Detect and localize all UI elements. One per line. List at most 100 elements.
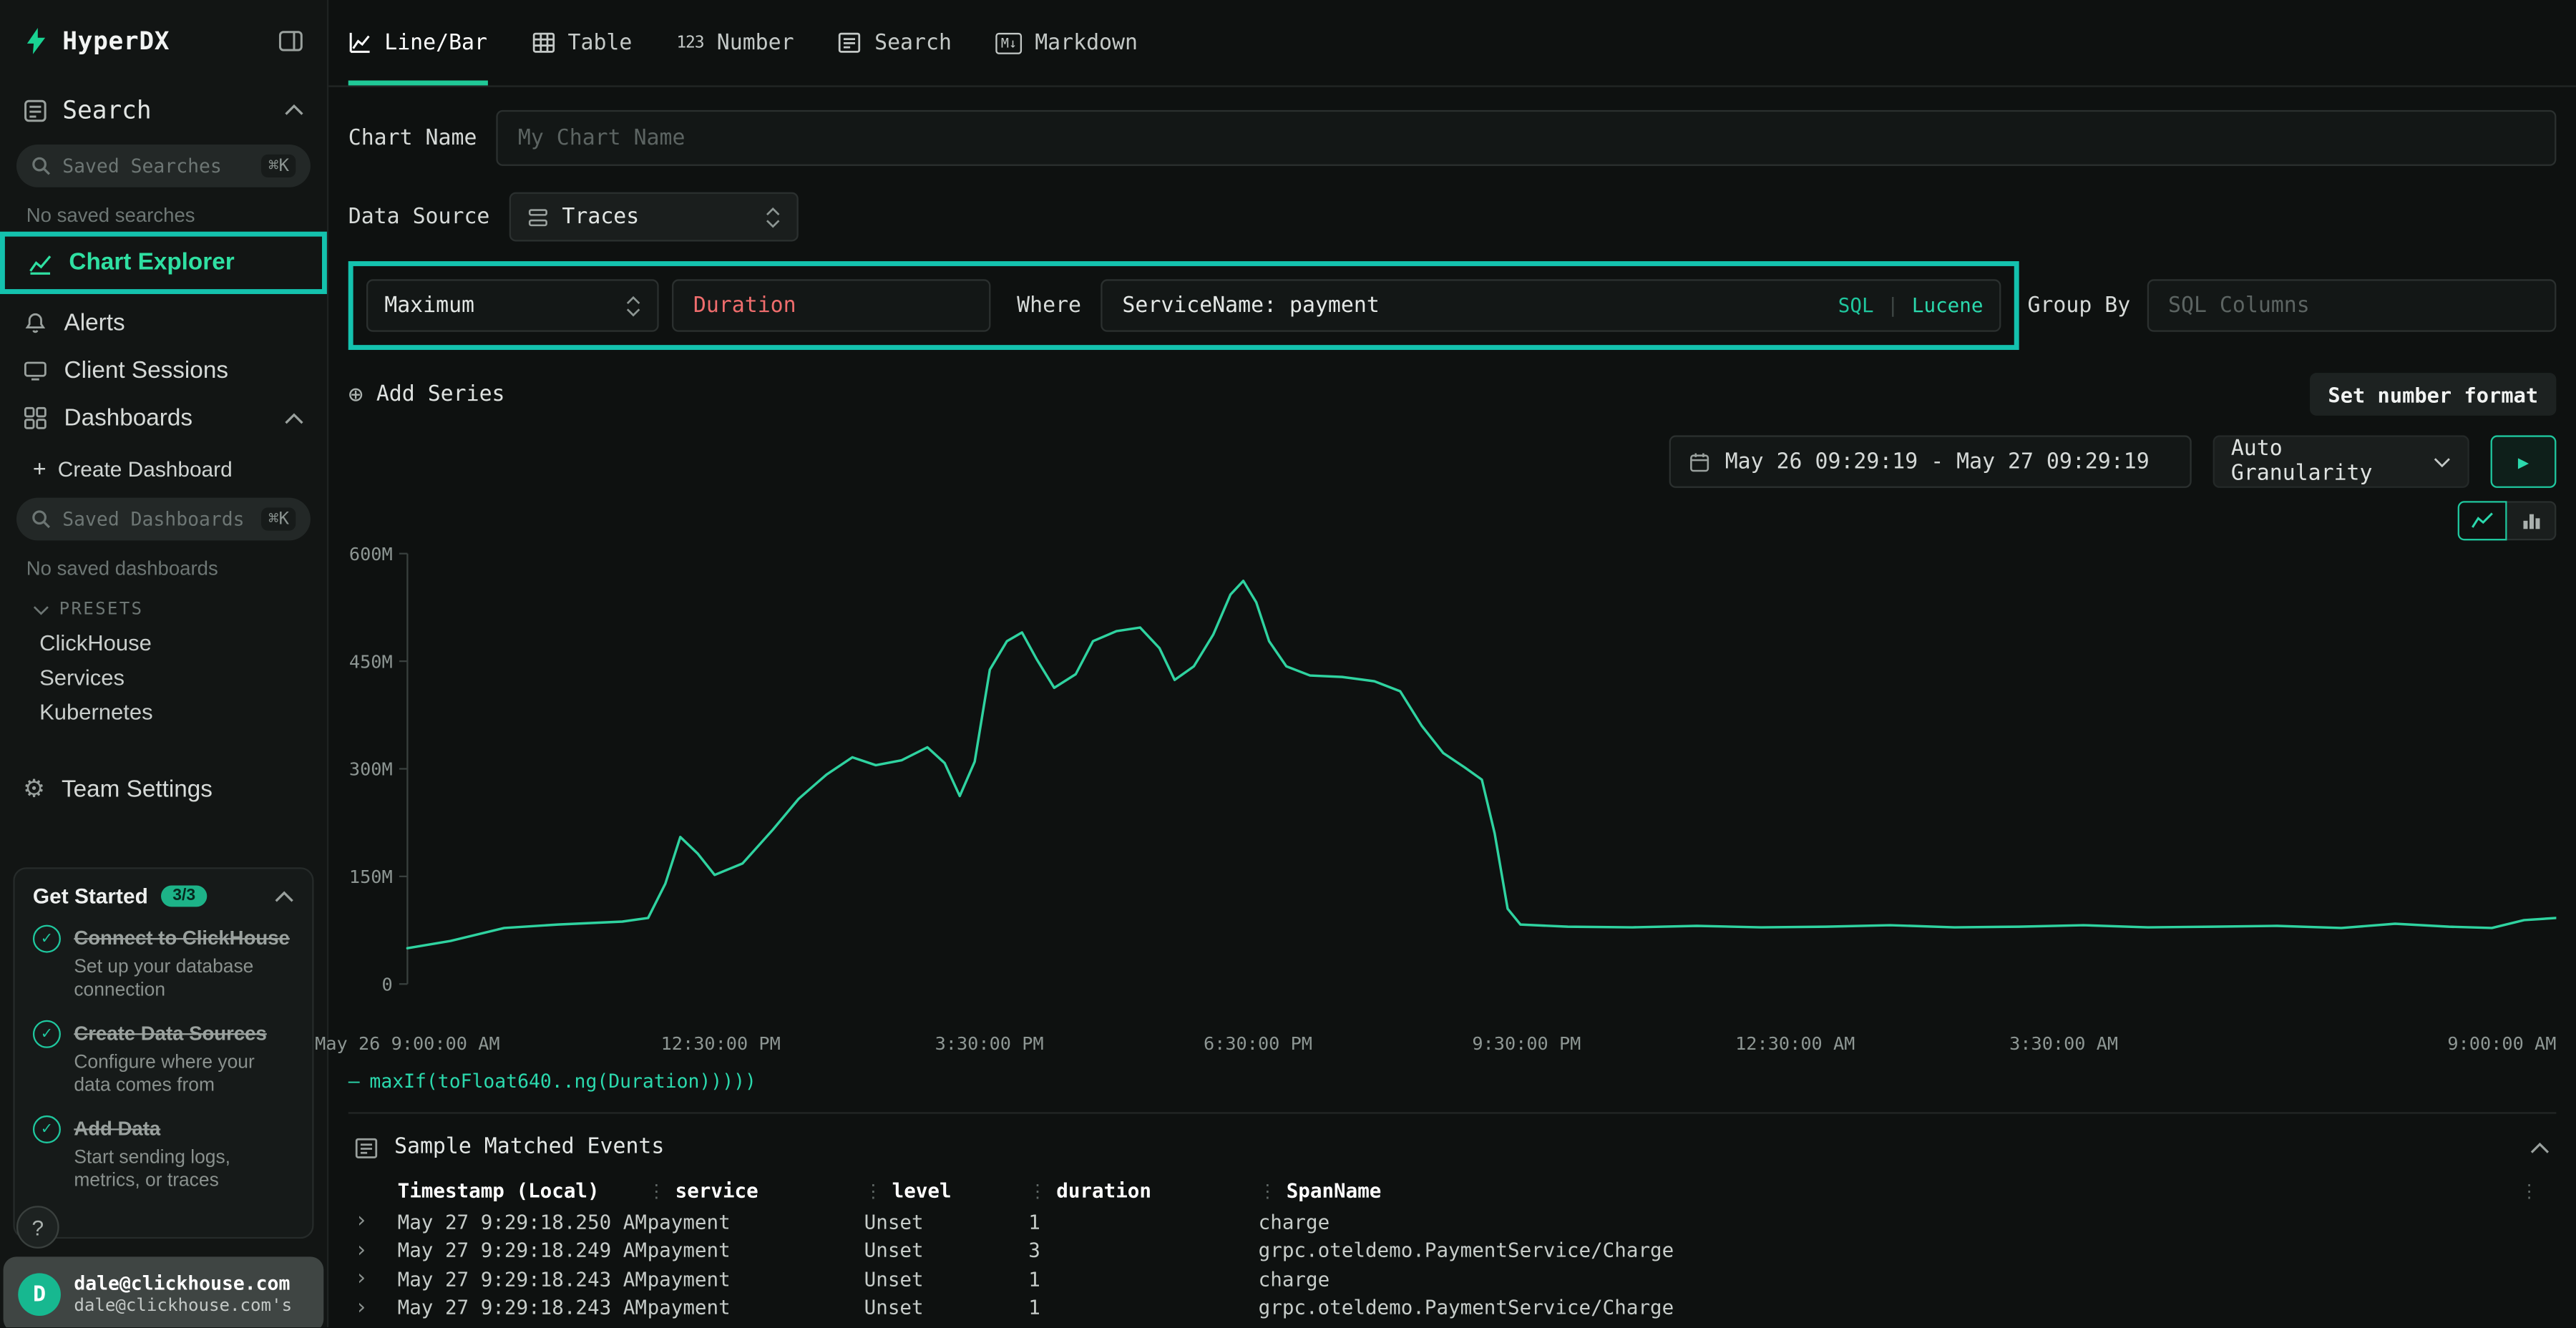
add-series-button[interactable]: ⊕ Add Series (348, 379, 505, 409)
column-drag-handle[interactable]: ⋮ (1028, 1181, 1046, 1202)
saved-dashboards-input[interactable]: Saved Dashboards ⌘K (16, 498, 311, 541)
row-expander-icon[interactable]: › (355, 1269, 398, 1290)
table-cell: May 27 9:29:18.243 AM (398, 1268, 648, 1291)
get-started-item-title: Add Data (74, 1116, 160, 1139)
collapse-sidebar-icon[interactable] (278, 28, 304, 54)
list-icon (355, 1136, 378, 1159)
get-started-item[interactable]: ✓ Create Data Sources Configure where yo… (33, 1018, 294, 1098)
column-header[interactable]: SpanName (1287, 1179, 1382, 1202)
search-icon (31, 156, 52, 176)
aggregation-select[interactable]: Maximum (366, 279, 659, 331)
line-chart-toggle[interactable] (2458, 501, 2507, 540)
row-expander-icon[interactable]: › (355, 1211, 398, 1233)
sidebar-item-label: Client Sessions (64, 357, 228, 384)
table-row[interactable]: ›May 27 9:29:18.250 AMpaymentUnset1charg… (348, 1207, 2557, 1236)
create-dashboard-button[interactable]: + Create Dashboard (0, 442, 327, 492)
table-options-icon[interactable]: ⋮ (2520, 1181, 2550, 1202)
granularity-select[interactable]: Auto Granularity (2213, 435, 2469, 487)
markdown-icon: M↓ (996, 32, 1022, 54)
table-icon (532, 31, 555, 54)
x-axis-tick-label: 6:30:00 PM (1204, 1033, 1312, 1055)
search-section-header[interactable]: Search (0, 72, 327, 138)
run-query-button[interactable]: ▶ (2491, 435, 2557, 487)
tab-number[interactable]: 123 Number (676, 0, 794, 85)
presets-label: PRESETS (59, 600, 144, 620)
sample-matched-events-panel: Sample Matched Events Timestamp (Local) … (348, 1112, 2557, 1322)
gear-icon: ⚙ (23, 777, 45, 801)
chevron-up-icon[interactable] (284, 411, 304, 424)
preset-item-services[interactable]: Services (0, 660, 327, 695)
circle-plus-icon: ⊕ (348, 379, 364, 409)
preset-item-clickhouse[interactable]: ClickHouse (0, 626, 327, 660)
get-started-item[interactable]: ✓ Add Data Start sending logs, metrics, … (33, 1113, 294, 1193)
group-by-input[interactable] (2147, 279, 2556, 331)
lucene-mode-toggle[interactable]: Lucene (1912, 294, 1984, 317)
chevron-up-down-icon (626, 295, 641, 316)
get-started-item[interactable]: ✓ Connect to ClickHouse Set up your data… (33, 923, 294, 1003)
language-divider: | (1887, 294, 1899, 317)
where-label: Where (1017, 293, 1081, 318)
tab-line-bar[interactable]: Line/Bar (348, 0, 487, 85)
saved-searches-input[interactable]: Saved Searches ⌘K (16, 145, 311, 187)
number-icon: 123 (676, 34, 703, 52)
aggregation-value: Maximum (384, 293, 474, 318)
hyperdx-logo-icon (23, 28, 49, 54)
table-cell: Unset (864, 1239, 1029, 1262)
sidebar-item-chart-explorer[interactable]: Chart Explorer (0, 232, 327, 294)
table-row[interactable]: ›May 27 9:29:18.243 AMpaymentUnset1charg… (348, 1265, 2557, 1294)
set-number-format-button[interactable]: Set number format (2310, 373, 2556, 416)
sql-mode-toggle[interactable]: SQL (1838, 294, 1874, 317)
aggregation-field-input[interactable] (672, 279, 990, 331)
granularity-value: Auto Granularity (2231, 437, 2407, 487)
x-axis-tick-label: 9:00:00 AM (2447, 1033, 2556, 1055)
play-icon: ▶ (2518, 451, 2529, 472)
chart-display-toggle-group (2458, 501, 2557, 540)
column-header[interactable]: level (892, 1179, 952, 1202)
tab-table[interactable]: Table (532, 0, 632, 85)
date-range-input[interactable]: May 26 09:29:19 - May 27 09:29:19 (1669, 435, 2192, 487)
column-header[interactable]: service (675, 1179, 758, 1202)
chart-plot-area[interactable]: 0150M300M450M600M (348, 544, 2557, 1030)
sidebar-item-client-sessions[interactable]: Client Sessions (0, 346, 327, 394)
check-circle-icon: ✓ (33, 925, 61, 953)
column-drag-handle[interactable]: ⋮ (648, 1181, 665, 1202)
tab-label: Table (568, 30, 633, 54)
data-source-select[interactable]: Traces (509, 192, 799, 242)
chevron-up-icon[interactable] (274, 889, 294, 902)
column-drag-handle[interactable]: ⋮ (864, 1181, 882, 1202)
table-row[interactable]: ›May 27 9:29:18.249 AMpaymentUnset3grpc.… (348, 1236, 2557, 1265)
table-row[interactable]: ›May 27 9:29:18.243 AMpaymentUnset1grpc.… (348, 1294, 2557, 1322)
sidebar-item-alerts[interactable]: Alerts (0, 299, 327, 347)
column-drag-handle[interactable]: ⋮ (1259, 1181, 1277, 1202)
column-header[interactable]: duration (1056, 1179, 1151, 1202)
presets-section-header[interactable]: PRESETS (0, 583, 327, 626)
avatar: D (18, 1273, 61, 1316)
x-axis-tick-label: 12:30:00 AM (1735, 1033, 1855, 1055)
svg-text:600M: 600M (349, 544, 393, 565)
chevron-up-icon[interactable] (284, 104, 304, 117)
preset-item-kubernetes[interactable]: Kubernetes (0, 695, 327, 729)
sidebar-item-dashboards[interactable]: Dashboards (0, 394, 327, 442)
user-account-chip[interactable]: D dale@clickhouse.com dale@clickhouse.co… (4, 1256, 324, 1327)
table-cell: Unset (864, 1297, 1029, 1319)
row-expander-icon[interactable]: › (355, 1297, 398, 1319)
row-expander-icon[interactable]: › (355, 1240, 398, 1261)
add-series-label: Add Series (376, 382, 505, 406)
tab-markdown[interactable]: M↓ Markdown (996, 0, 1138, 85)
get-started-item-desc: Set up your database connection (74, 956, 294, 1003)
chart-name-input[interactable] (497, 110, 2556, 166)
chart-legend: — maxIf(toFloat640..ng(Duration))))) (348, 1070, 2557, 1093)
sidebar-item-team-settings[interactable]: ⚙ Team Settings (0, 766, 327, 814)
legend-dash-icon: — (348, 1070, 360, 1093)
column-header[interactable]: Timestamp (Local) (398, 1179, 600, 1202)
time-series-chart[interactable]: 0150M300M450M600M May 26 9:00:00 AM12:30… (348, 544, 2557, 1093)
help-button[interactable]: ? (16, 1206, 59, 1249)
bar-chart-toggle[interactable] (2507, 501, 2557, 540)
chevron-up-down-icon (766, 206, 781, 228)
where-filter-input[interactable] (1119, 292, 1825, 320)
sidebar-item-label: Dashboards (64, 405, 193, 431)
x-axis-tick-label: 3:30:00 AM (2009, 1033, 2118, 1055)
collapse-panel-icon[interactable] (2530, 1141, 2550, 1154)
tab-search[interactable]: Search (839, 0, 952, 85)
list-icon (839, 31, 862, 54)
